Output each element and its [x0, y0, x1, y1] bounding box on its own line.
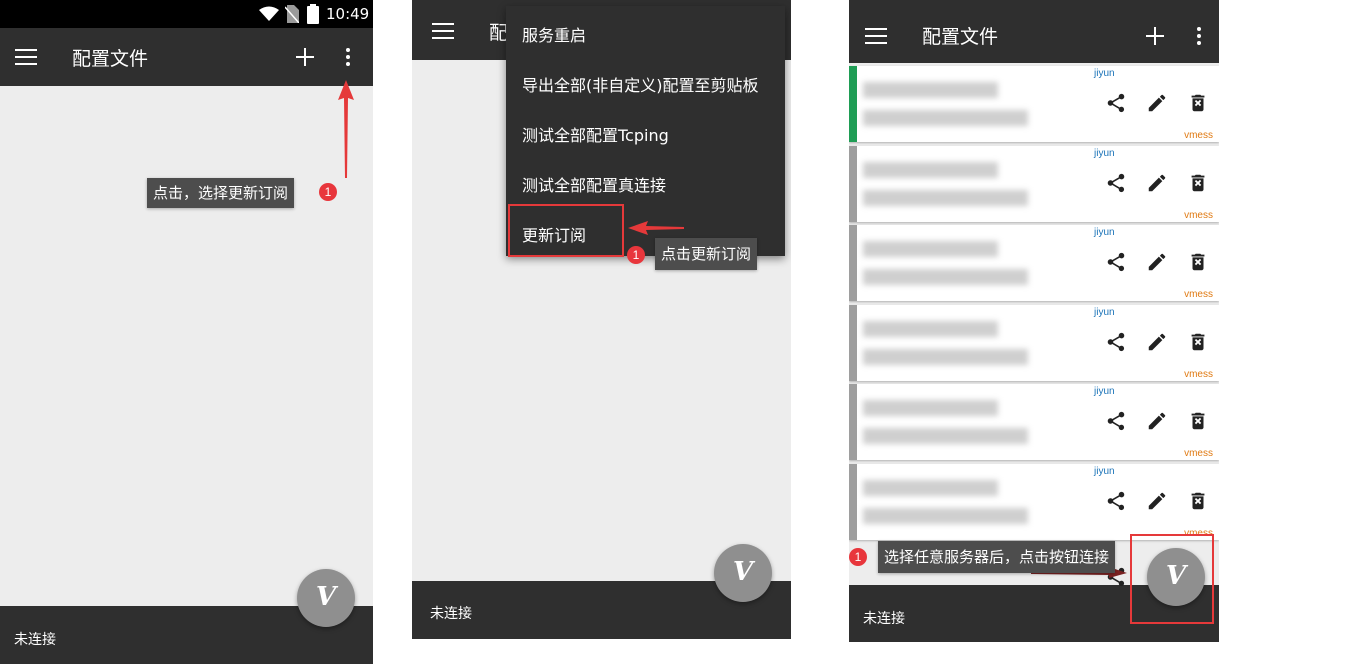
profile-group-label: jiyun: [1094, 227, 1115, 238]
blurred-server-name: [863, 161, 998, 178]
more-vert-icon[interactable]: [346, 48, 350, 66]
blurred-server-address: [863, 110, 1028, 126]
selection-indicator: [849, 304, 857, 381]
app-toolbar: 配置文件: [0, 28, 373, 86]
annotation-badge: 1: [319, 183, 337, 201]
edit-icon[interactable]: [1146, 172, 1168, 194]
plus-icon[interactable]: [296, 48, 314, 66]
profile-type-label: vmess: [1184, 289, 1213, 300]
highlight-box: [508, 204, 624, 257]
profile-group-label: jiyun: [1094, 386, 1115, 397]
no-sim-icon: [285, 5, 299, 23]
blurred-server-name: [863, 82, 998, 98]
share-icon[interactable]: [1105, 490, 1127, 512]
hamburger-icon[interactable]: [432, 23, 454, 39]
blurred-server-name: [863, 479, 998, 496]
annotation-arrow: [338, 80, 354, 178]
edit-icon[interactable]: [1146, 92, 1168, 114]
blurred-server-name: [863, 320, 998, 337]
menu-item-restart-service[interactable]: 服务重启: [522, 22, 586, 46]
delete-icon[interactable]: [1187, 92, 1209, 114]
blurred-server-name: [863, 241, 998, 257]
profile-type-label: vmess: [1184, 209, 1213, 221]
share-icon[interactable]: [1105, 251, 1127, 273]
screen-1: 10:49 配置文件 点击，选择更新订阅 1 未连接 V: [0, 0, 373, 664]
share-icon[interactable]: [1105, 410, 1127, 432]
profile-type-label: vmess: [1184, 130, 1213, 141]
selection-indicator: [849, 145, 857, 222]
blurred-server-address: [863, 348, 1028, 365]
edit-icon[interactable]: [1146, 251, 1168, 273]
profile-group-label: jiyun: [1094, 465, 1115, 477]
annotation-badge: 1: [627, 246, 645, 264]
annotation-tooltip: 点击，选择更新订阅: [147, 178, 295, 208]
status-time: 10:49: [326, 5, 370, 23]
hamburger-icon[interactable]: [15, 49, 37, 65]
profile-card[interactable]: jiyun vmess: [849, 463, 1219, 540]
selection-indicator: [849, 225, 857, 301]
delete-icon[interactable]: [1187, 172, 1209, 194]
delete-icon[interactable]: [1187, 410, 1209, 432]
profile-card[interactable]: jiyun vmess: [849, 304, 1219, 381]
connection-status: 未连接: [430, 606, 472, 622]
plus-icon[interactable]: [1146, 27, 1164, 45]
blurred-server-address: [863, 428, 1028, 444]
status-bar: 10:49: [0, 0, 373, 28]
delete-icon[interactable]: [1187, 490, 1209, 512]
screen-2: 配置文件 未连接 V 服务重启 导出全部(非自定义)配置至剪贴板 测试全部配置T…: [412, 0, 791, 639]
hamburger-icon[interactable]: [865, 28, 887, 44]
connection-status: 未连接: [14, 632, 56, 648]
blurred-server-name: [863, 400, 998, 416]
menu-item-export-config[interactable]: 导出全部(非自定义)配置至剪贴板: [522, 72, 759, 96]
delete-icon[interactable]: [1187, 331, 1209, 353]
annotation-arrow: [628, 221, 684, 235]
annotation-tooltip: 选择任意服务器后，点击按钮连接: [878, 541, 1116, 573]
share-icon[interactable]: [1105, 92, 1127, 114]
share-icon[interactable]: [1105, 172, 1127, 194]
share-icon[interactable]: [1105, 331, 1127, 353]
edit-icon[interactable]: [1146, 331, 1168, 353]
blurred-server-address: [863, 507, 1028, 524]
menu-item-test-tcping[interactable]: 测试全部配置Tcping: [522, 122, 669, 146]
app-toolbar: 配置文件: [849, 0, 1219, 63]
profile-group-label: jiyun: [1094, 147, 1115, 159]
highlight-box: [1130, 534, 1214, 624]
connect-fab[interactable]: V: [714, 544, 772, 602]
page-title: 配置文件: [72, 48, 149, 70]
annotation-tooltip: 点击更新订阅: [655, 238, 758, 270]
v-logo-icon: V: [315, 582, 337, 612]
profile-group-label: jiyun: [1094, 68, 1115, 79]
annotation-badge: 1: [849, 548, 867, 566]
menu-item-test-real-connection[interactable]: 测试全部配置真连接: [522, 172, 666, 196]
profile-type-label: vmess: [1184, 448, 1213, 459]
battery-icon: [307, 4, 319, 24]
wifi-icon: [259, 6, 279, 21]
page-title: 配置文件: [922, 26, 999, 48]
selection-indicator: [849, 463, 857, 540]
edit-icon[interactable]: [1146, 410, 1168, 432]
profile-type-label: vmess: [1184, 368, 1213, 380]
edit-icon[interactable]: [1146, 490, 1168, 512]
blurred-server-address: [863, 189, 1028, 206]
connection-status: 未连接: [863, 611, 905, 627]
blurred-server-address: [863, 269, 1028, 285]
profile-group-label: jiyun: [1094, 306, 1115, 318]
profile-card[interactable]: jiyun vmess: [849, 384, 1219, 460]
more-vert-icon[interactable]: [1197, 27, 1201, 45]
selection-indicator: [849, 384, 857, 460]
delete-icon[interactable]: [1187, 251, 1209, 273]
profile-card[interactable]: jiyun vmess: [849, 225, 1219, 301]
v-logo-icon: V: [732, 557, 754, 587]
profile-card[interactable]: jiyun vmess: [849, 145, 1219, 222]
connect-fab[interactable]: V: [297, 569, 355, 627]
screen-3: 配置文件 jiyun vmess jiyun vmess jiyun vmess jiyun…: [849, 0, 1219, 642]
selection-indicator: [849, 66, 857, 142]
profile-card[interactable]: jiyun vmess: [849, 66, 1219, 142]
